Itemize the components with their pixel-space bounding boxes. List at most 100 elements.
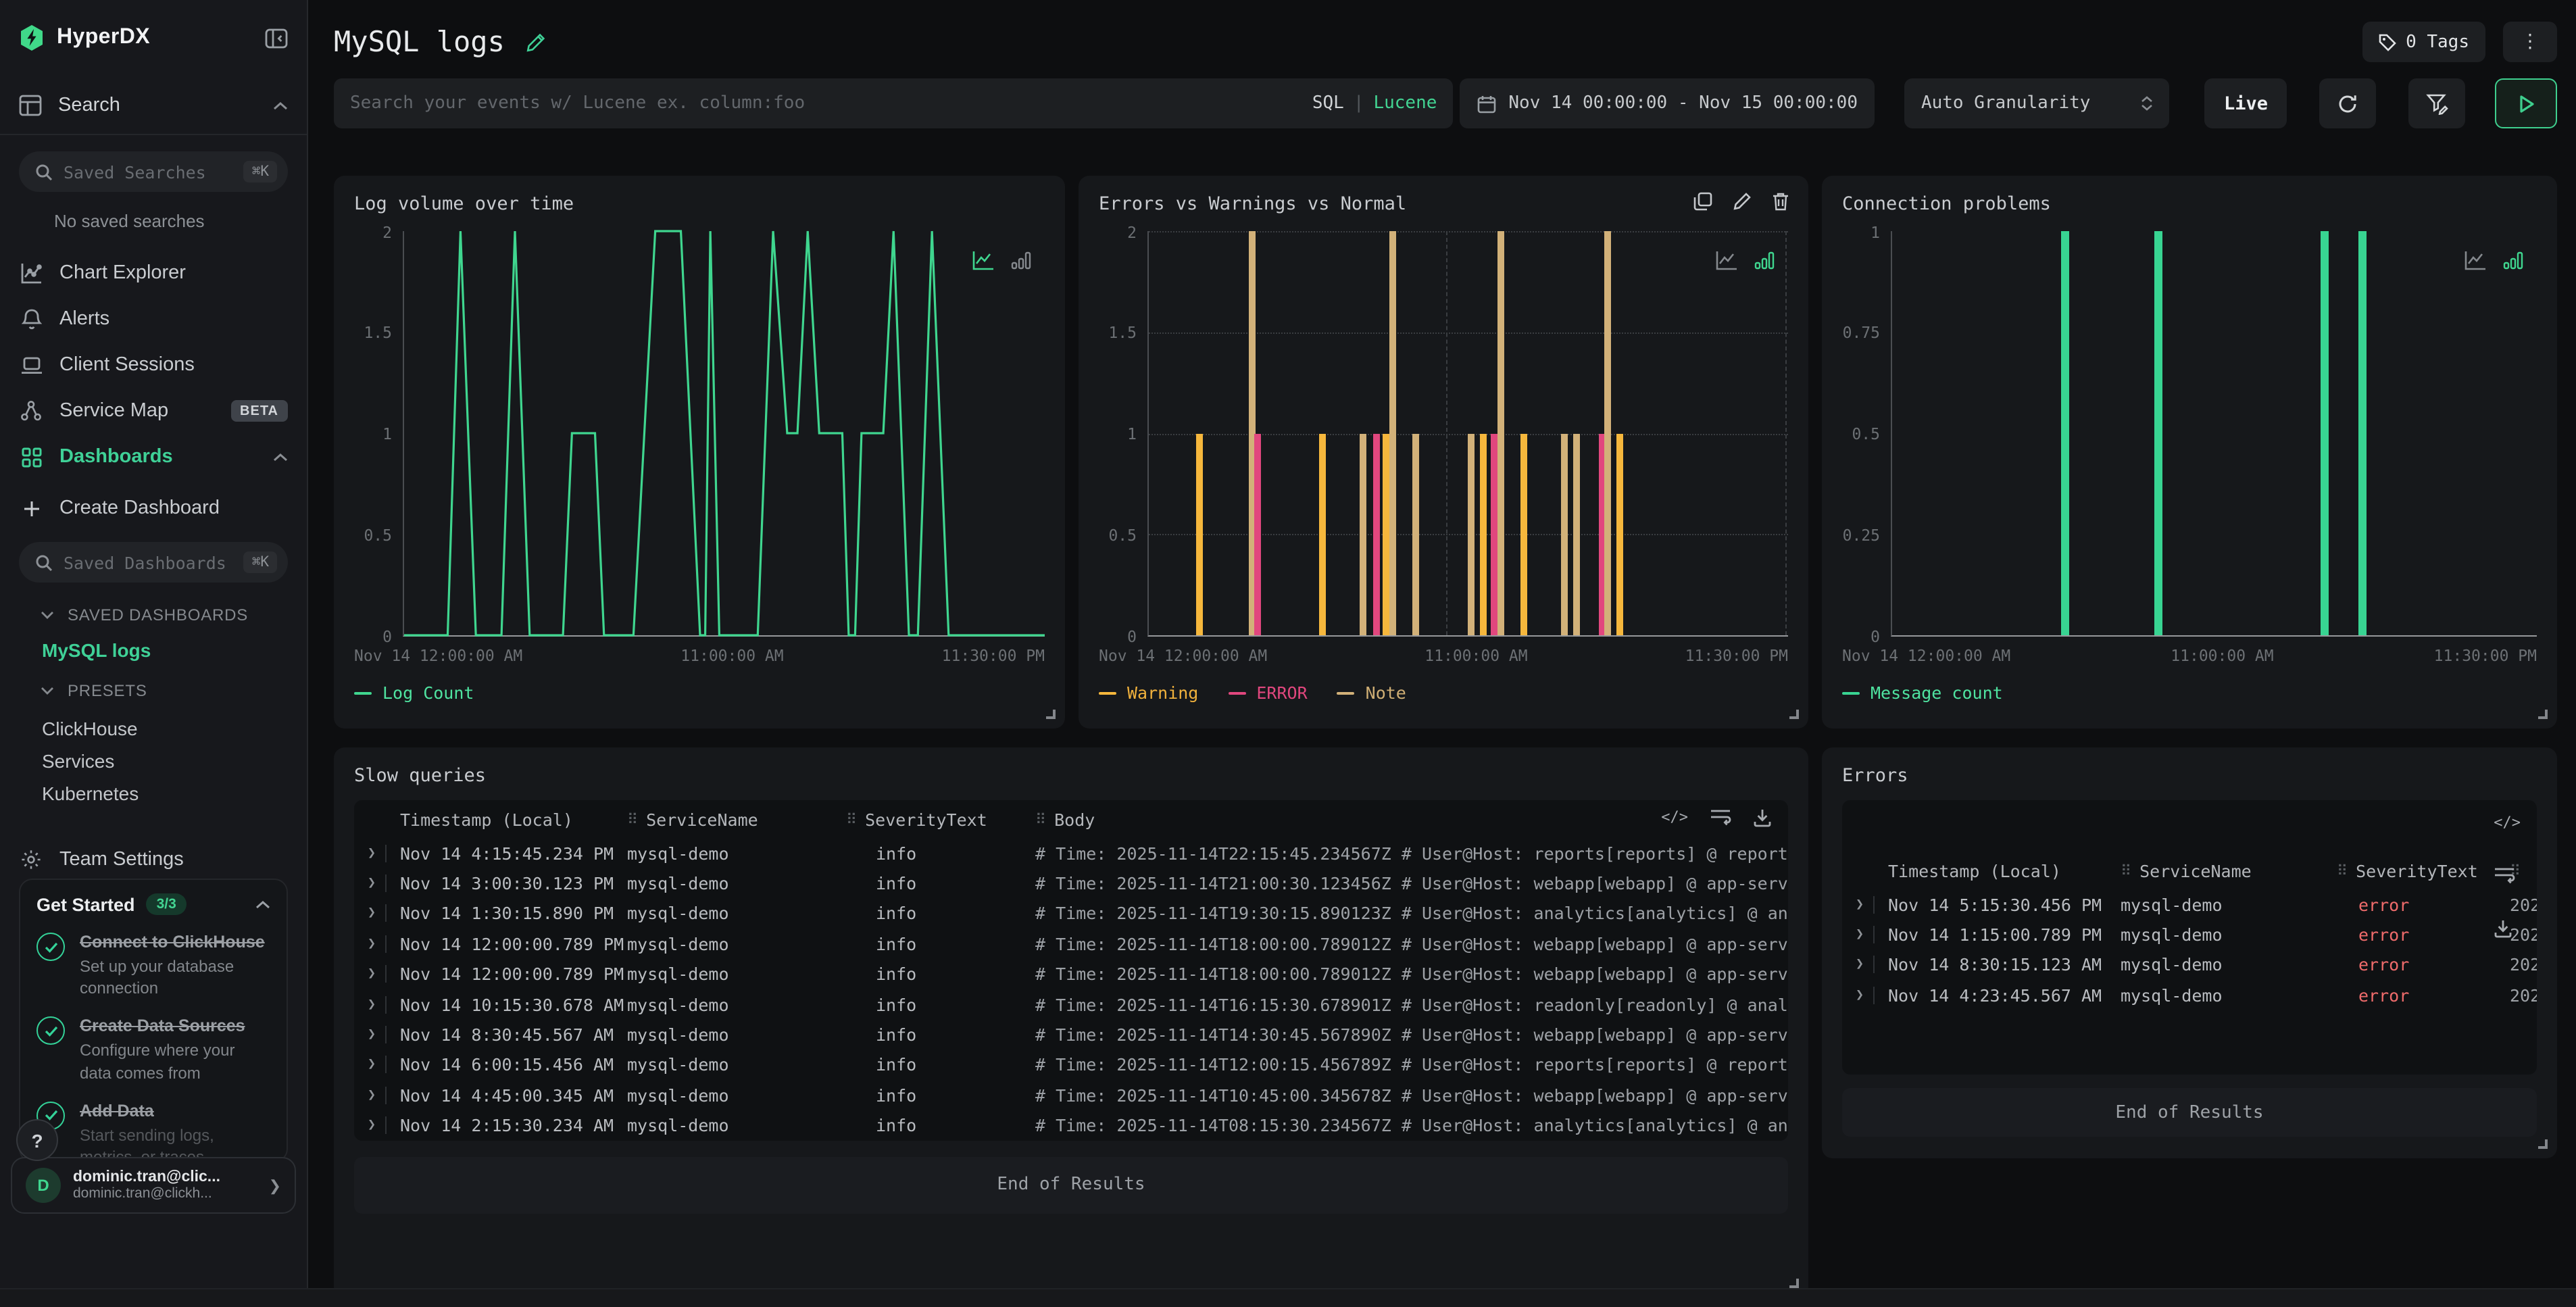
expand-chevron-icon[interactable]: ❯: [1856, 897, 1864, 912]
download-icon[interactable]: [2494, 919, 2521, 938]
expand-chevron-icon[interactable]: ❯: [1856, 988, 1864, 1003]
get-started-step[interactable]: Connect to ClickHouse Set up your databa…: [36, 930, 270, 1000]
chevron-down-icon: [41, 687, 54, 695]
sidebar-item-label: Service Map: [59, 400, 230, 422]
get-started-step[interactable]: Create Data Sources Configure where your…: [36, 1014, 270, 1084]
expand-chevron-icon[interactable]: ❯: [1856, 927, 1864, 942]
edit-title-icon[interactable]: [526, 32, 547, 52]
wrap-lines-icon[interactable]: [2494, 866, 2521, 884]
bar-chart-toggle-icon[interactable]: [1754, 250, 1775, 270]
chart-bar: [1480, 433, 1487, 635]
resize-grip[interactable]: [2538, 1139, 2548, 1149]
table-row[interactable]: ❯Nov 14 1:15:00.789 PMmysql-demoerror202…: [1842, 920, 2537, 950]
kebab-menu-button[interactable]: ⋮: [2503, 22, 2557, 62]
saved-dashboards-input[interactable]: Saved Dashboards ⌘K: [19, 542, 288, 583]
line-chart-plot[interactable]: [403, 231, 1045, 637]
chevron-up-icon[interactable]: [255, 899, 270, 909]
events-search-input[interactable]: [334, 78, 1296, 128]
presets-section[interactable]: PRESETS: [41, 680, 288, 701]
expand-chevron-icon[interactable]: ❯: [368, 1058, 376, 1072]
tags-button[interactable]: 0 Tags: [2362, 22, 2485, 62]
line-chart-toggle-icon[interactable]: [2464, 250, 2487, 270]
resize-grip[interactable]: [1789, 1279, 1799, 1288]
slow-queries-table: </> Timestamp (Local) ⠿ServiceName ⠿Seve…: [354, 800, 1788, 1141]
expand-chevron-icon[interactable]: ❯: [368, 1088, 376, 1103]
run-query-button[interactable]: [2495, 78, 2557, 128]
chart-bar: [1573, 433, 1580, 635]
expand-chevron-icon[interactable]: ❯: [368, 845, 376, 860]
table-row[interactable]: ❯Nov 14 1:30:15.890 PMmysql-demoinfo# Ti…: [354, 899, 1788, 929]
beta-badge: BETA: [230, 400, 288, 422]
bar-chart-plot[interactable]: [1891, 231, 2537, 637]
line-chart-toggle-icon[interactable]: [1715, 250, 1738, 270]
table-row[interactable]: ❯Nov 14 4:23:45.567 AMmysql-demoerror202…: [1842, 980, 2537, 1010]
table-row[interactable]: ❯Nov 14 5:15:30.456 PMmysql-demoerror202…: [1842, 889, 2537, 920]
line-chart-toggle-icon[interactable]: [972, 250, 995, 270]
granularity-select[interactable]: Auto Granularity: [1905, 78, 2170, 128]
refresh-button[interactable]: [2319, 78, 2376, 128]
sidebar-item-label: Dashboards: [59, 446, 273, 468]
table-row[interactable]: ❯Nov 14 2:15:30.234 AMmysql-demoinfo# Ti…: [354, 1110, 1788, 1141]
expand-chevron-icon[interactable]: ❯: [368, 967, 376, 982]
view-source-icon[interactable]: </>: [1661, 808, 1688, 827]
get-started-step[interactable]: Add Data Start sending logs, metrics, or…: [36, 1099, 270, 1163]
resize-grip[interactable]: [1789, 710, 1799, 719]
time-range-picker[interactable]: Nov 14 00:00:00 - Nov 15 00:00:00: [1460, 78, 1875, 128]
table-row[interactable]: ❯Nov 14 8:30:45.567 AMmysql-demoinfo# Ti…: [354, 1020, 1788, 1050]
sidebar-item-dashboards[interactable]: Dashboards: [0, 434, 307, 480]
live-button[interactable]: Live: [2205, 78, 2287, 128]
expand-chevron-icon[interactable]: ❯: [368, 906, 376, 921]
table-row[interactable]: ❯Nov 14 4:15:45.234 PMmysql-demoinfo# Ti…: [354, 838, 1788, 868]
table-row[interactable]: ❯Nov 14 12:00:00.789 PMmysql-demoinfo# T…: [354, 929, 1788, 959]
chevron-up-icon[interactable]: [273, 101, 288, 110]
expand-chevron-icon[interactable]: ❯: [368, 876, 376, 891]
sidebar-item-mysql-logs[interactable]: MySQL logs: [42, 639, 288, 661]
view-source-icon[interactable]: </>: [2494, 814, 2521, 831]
sidebar-item-service-map[interactable]: Service Map BETA: [0, 388, 307, 434]
delete-icon[interactable]: [1772, 192, 1789, 211]
bar-chart-toggle-icon[interactable]: [2503, 250, 2523, 270]
expand-chevron-icon[interactable]: ❯: [368, 1027, 376, 1042]
table-row[interactable]: ❯Nov 14 10:15:30.678 AMmysql-demoinfo# T…: [354, 989, 1788, 1020]
expand-chevron-icon[interactable]: ❯: [368, 997, 376, 1012]
resize-grip[interactable]: [1046, 710, 1056, 719]
sidebar-item-services[interactable]: Services: [19, 745, 288, 777]
table-row[interactable]: ❯Nov 14 3:00:30.123 PMmysql-demoinfo# Ti…: [354, 868, 1788, 899]
filter-button[interactable]: [2408, 78, 2465, 128]
sidebar-item-team-settings[interactable]: Team Settings: [0, 837, 307, 883]
sidebar-collapse-icon[interactable]: [265, 28, 288, 48]
wrap-lines-icon[interactable]: [1710, 808, 1731, 827]
sidebar-item-clickhouse[interactable]: ClickHouse: [19, 712, 288, 745]
bar-chart-plot[interactable]: [1147, 231, 1788, 637]
table-row[interactable]: ❯Nov 14 8:30:15.123 AMmysql-demoerror202…: [1842, 950, 2537, 981]
lucene-option[interactable]: Lucene: [1373, 93, 1437, 114]
saved-dashboards-section[interactable]: SAVED DASHBOARDS: [41, 604, 288, 626]
duplicate-icon[interactable]: [1693, 192, 1712, 211]
query-language-toggle[interactable]: SQL | Lucene: [1296, 78, 1454, 128]
expand-chevron-icon[interactable]: ❯: [368, 1118, 376, 1133]
table-row[interactable]: ❯Nov 14 12:00:00.789 PMmysql-demoinfo# T…: [354, 959, 1788, 989]
sql-option[interactable]: SQL: [1312, 93, 1344, 114]
sidebar-item-client-sessions[interactable]: Client Sessions: [0, 342, 307, 388]
saved-searches-input[interactable]: Saved Searches ⌘K: [19, 151, 288, 192]
download-icon[interactable]: [1753, 808, 1772, 827]
sidebar-item-kubernetes[interactable]: Kubernetes: [19, 777, 288, 810]
sidebar-item-alerts[interactable]: Alerts: [0, 296, 307, 342]
create-dashboard-button[interactable]: Create Dashboard: [0, 485, 307, 531]
help-button[interactable]: ?: [16, 1119, 58, 1161]
table-row[interactable]: ❯Nov 14 6:00:15.456 AMmysql-demoinfo# Ti…: [354, 1050, 1788, 1080]
panel-title: Slow queries: [354, 765, 1788, 787]
resize-grip[interactable]: [2538, 710, 2548, 719]
bar-chart-toggle-icon[interactable]: [1011, 250, 1031, 270]
check-circle-icon: [36, 933, 65, 961]
sidebar-item-chart-explorer[interactable]: Chart Explorer: [0, 250, 307, 296]
table-row[interactable]: ❯Nov 14 4:45:00.345 AMmysql-demoinfo# Ti…: [354, 1080, 1788, 1110]
expand-chevron-icon[interactable]: ❯: [368, 937, 376, 952]
sidebar-item-label: Chart Explorer: [59, 262, 288, 284]
user-profile-card[interactable]: D dominic.tran@clic... dominic.tran@clic…: [11, 1157, 296, 1214]
bell-icon: [19, 308, 43, 330]
expand-chevron-icon[interactable]: ❯: [1856, 958, 1864, 972]
sidebar-item-search[interactable]: Search: [0, 89, 307, 122]
chevron-up-icon[interactable]: [273, 452, 288, 462]
edit-icon[interactable]: [1733, 192, 1752, 211]
